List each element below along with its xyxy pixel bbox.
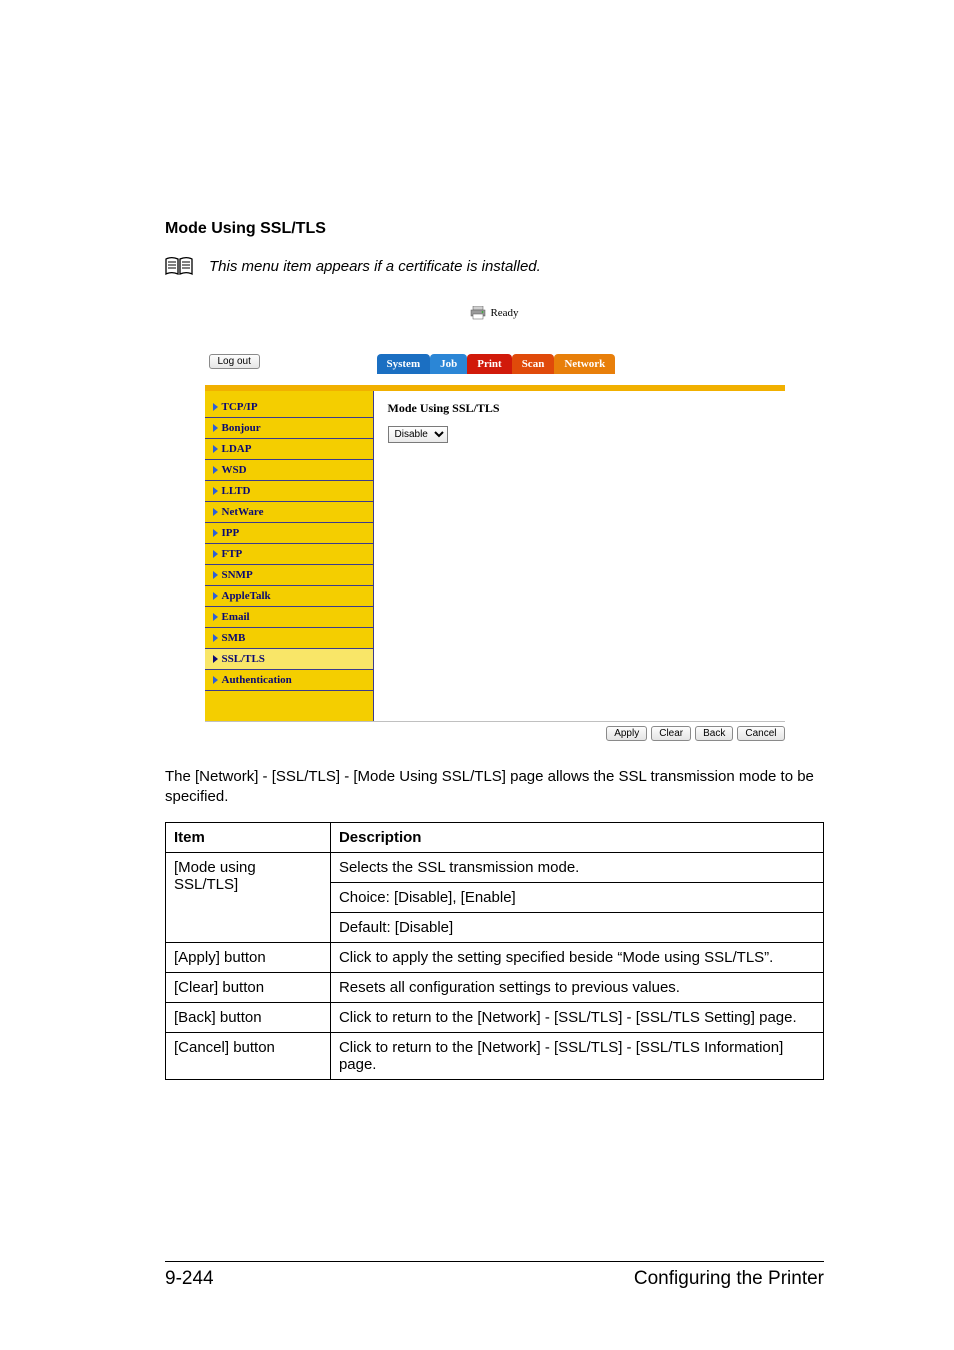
note-row: This menu item appears if a certificate …: [165, 256, 824, 276]
table-cell-desc: Resets all configuration settings to pre…: [330, 972, 823, 1002]
printer-icon: [470, 306, 486, 320]
sidebar-item-tcpip[interactable]: TCP/IP: [205, 397, 373, 418]
embedded-screenshot: Ready Log out System Job Print Scan Netw…: [205, 300, 785, 741]
tab-bar: System Job Print Scan Network: [377, 354, 616, 374]
caret-icon: [213, 487, 218, 495]
table-cell-item: [Apply] button: [166, 942, 331, 972]
sidebar-item-label: WSD: [222, 464, 247, 476]
sidebar-item-bonjour[interactable]: Bonjour: [205, 418, 373, 439]
table-row: [Cancel] button Click to return to the […: [166, 1032, 824, 1079]
table-row: [Apply] button Click to apply the settin…: [166, 942, 824, 972]
table-row: [Back] button Click to return to the [Ne…: [166, 1002, 824, 1032]
table-row: [Clear] button Resets all configuration …: [166, 972, 824, 1002]
sidebar-item-label: Bonjour: [222, 422, 261, 434]
page-footer: 9-244 Configuring the Printer: [165, 1261, 824, 1290]
action-button-row: Apply Clear Back Cancel: [205, 721, 785, 741]
page-number: 9-244: [165, 1268, 214, 1290]
tab-print[interactable]: Print: [467, 354, 511, 374]
status-text: Ready: [490, 307, 518, 319]
sidebar-item-lltd[interactable]: LLTD: [205, 481, 373, 502]
table-cell-desc: Click to return to the [Network] - [SSL/…: [330, 1002, 823, 1032]
back-button[interactable]: Back: [695, 726, 733, 741]
book-icon: [165, 256, 193, 276]
sidebar-item-label: FTP: [222, 548, 243, 560]
sidebar: TCP/IP Bonjour LDAP WSD LLTD NetWare IPP…: [205, 391, 374, 721]
sidebar-item-label: Authentication: [222, 674, 292, 686]
note-text: This menu item appears if a certificate …: [209, 258, 541, 275]
caret-icon: [213, 592, 218, 600]
logout-button[interactable]: Log out: [209, 354, 260, 369]
caret-icon: [213, 676, 218, 684]
sidebar-item-label: Email: [222, 611, 250, 623]
caret-icon: [213, 466, 218, 474]
caret-icon: [213, 634, 218, 642]
apply-button[interactable]: Apply: [606, 726, 647, 741]
sidebar-item-netware[interactable]: NetWare: [205, 502, 373, 523]
table-header-item: Item: [166, 822, 331, 852]
page-section-title: Configuring the Printer: [634, 1268, 824, 1290]
caret-icon: [213, 403, 218, 411]
sidebar-item-authentication[interactable]: Authentication: [205, 670, 373, 691]
sidebar-item-ipp[interactable]: IPP: [205, 523, 373, 544]
caret-icon: [213, 529, 218, 537]
tab-job[interactable]: Job: [430, 354, 467, 374]
table-cell-desc: Choice: [Disable], [Enable]: [330, 882, 823, 912]
caret-icon: [213, 508, 218, 516]
sidebar-item-ssltls[interactable]: SSL/TLS: [205, 649, 373, 670]
caret-icon: [213, 424, 218, 432]
table-cell-item: [Back] button: [166, 1002, 331, 1032]
sidebar-item-ftp[interactable]: FTP: [205, 544, 373, 565]
sidebar-item-ldap[interactable]: LDAP: [205, 439, 373, 460]
table-header-description: Description: [330, 822, 823, 852]
status-bar: Ready: [205, 300, 785, 354]
sidebar-item-wsd[interactable]: WSD: [205, 460, 373, 481]
mode-ssl-dropdown[interactable]: Disable: [388, 426, 448, 443]
clear-button[interactable]: Clear: [651, 726, 691, 741]
caret-icon: [213, 445, 218, 453]
sidebar-item-email[interactable]: Email: [205, 607, 373, 628]
table-cell-desc: Selects the SSL transmission mode.: [330, 852, 823, 882]
section-heading: Mode Using SSL/TLS: [165, 220, 824, 238]
sidebar-item-smb[interactable]: SMB: [205, 628, 373, 649]
table-cell-item: [Mode using SSL/TLS]: [166, 852, 331, 942]
table-cell-desc: Click to apply the setting specified bes…: [330, 942, 823, 972]
tab-scan[interactable]: Scan: [512, 354, 555, 374]
body-paragraph: The [Network] - [SSL/TLS] - [Mode Using …: [165, 767, 824, 808]
sidebar-item-label: LDAP: [222, 443, 252, 455]
sidebar-item-label: NetWare: [222, 506, 264, 518]
cancel-button[interactable]: Cancel: [737, 726, 784, 741]
sidebar-item-label: SSL/TLS: [222, 653, 265, 665]
main-panel-title: Mode Using SSL/TLS: [388, 401, 771, 416]
sidebar-item-label: AppleTalk: [222, 590, 271, 602]
table-row: [Mode using SSL/TLS] Selects the SSL tra…: [166, 852, 824, 882]
table-cell-desc: Default: [Disable]: [330, 912, 823, 942]
table-cell-item: [Cancel] button: [166, 1032, 331, 1079]
sidebar-item-label: LLTD: [222, 485, 251, 497]
sidebar-item-snmp[interactable]: SNMP: [205, 565, 373, 586]
tab-system[interactable]: System: [377, 354, 431, 374]
footer-rule: [165, 1261, 824, 1262]
caret-icon: [213, 613, 218, 621]
sidebar-item-appletalk[interactable]: AppleTalk: [205, 586, 373, 607]
sidebar-item-label: TCP/IP: [222, 401, 258, 413]
sidebar-item-label: SMB: [222, 632, 246, 644]
sidebar-item-label: IPP: [222, 527, 240, 539]
sidebar-item-label: SNMP: [222, 569, 253, 581]
description-table: Item Description [Mode using SSL/TLS] Se…: [165, 822, 824, 1080]
table-cell-item: [Clear] button: [166, 972, 331, 1002]
caret-icon: [213, 655, 218, 663]
tab-network[interactable]: Network: [554, 354, 615, 374]
main-panel: Mode Using SSL/TLS Disable: [374, 391, 785, 721]
caret-icon: [213, 571, 218, 579]
caret-icon: [213, 550, 218, 558]
table-cell-desc: Click to return to the [Network] - [SSL/…: [330, 1032, 823, 1079]
